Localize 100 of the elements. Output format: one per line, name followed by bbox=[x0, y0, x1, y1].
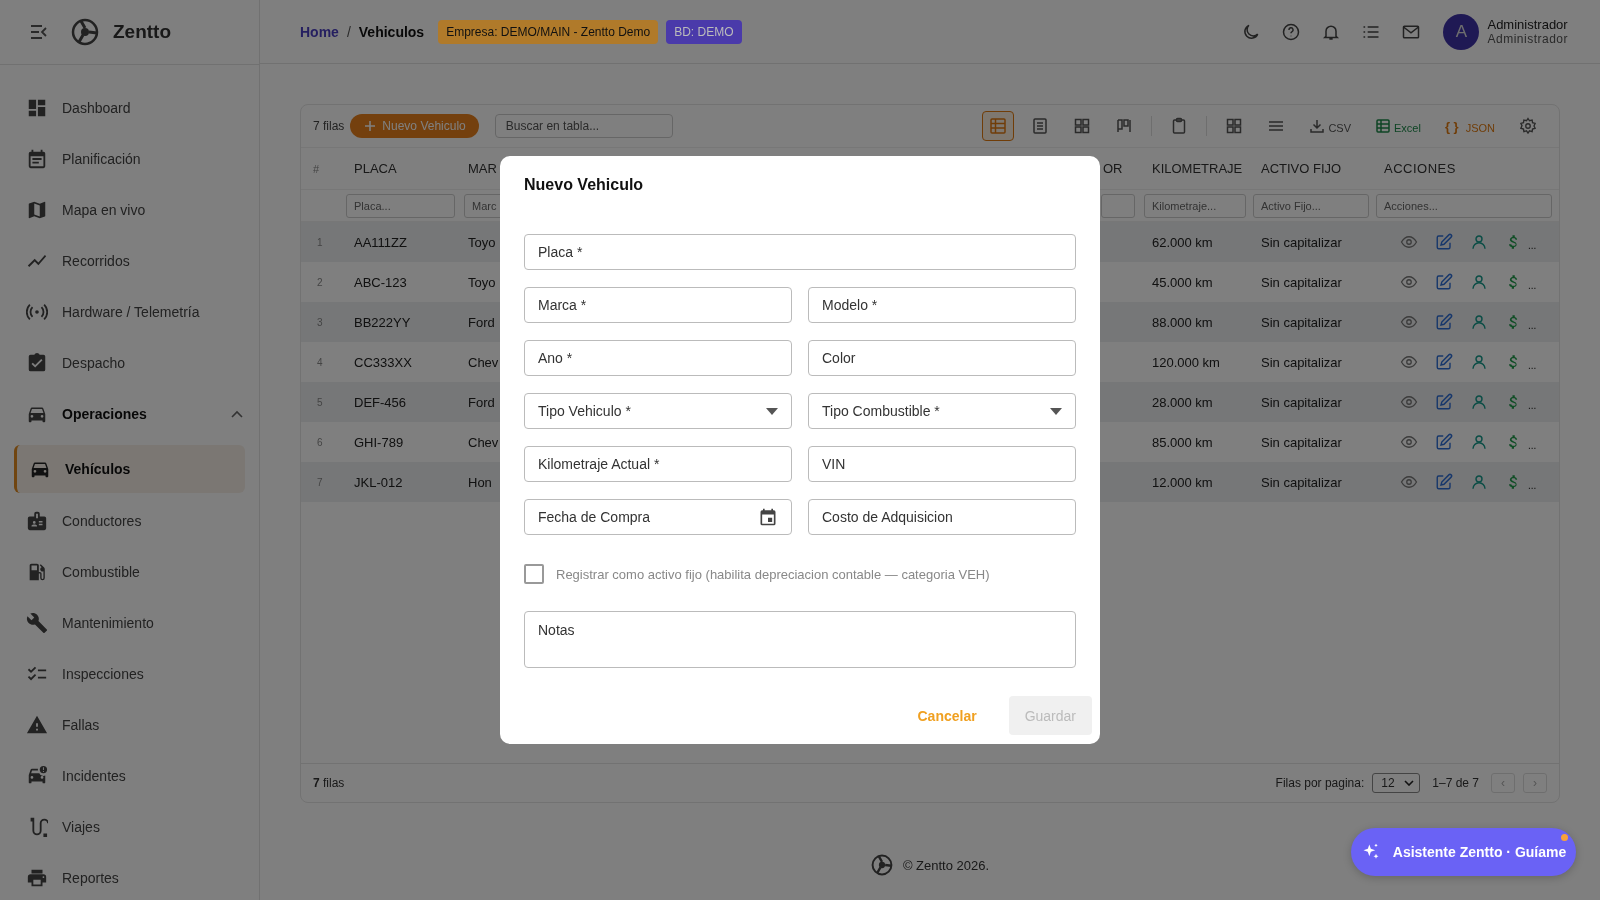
table-cell-text: Toyo bbox=[467, 274, 496, 290]
chevron-icon bbox=[231, 409, 243, 418]
person-icon[interactable] bbox=[1470, 233, 1488, 251]
person-icon[interactable] bbox=[1470, 313, 1488, 331]
table-cell-text: AA111ZZ bbox=[353, 234, 408, 250]
date-field[interactable]: Fecha de Compra bbox=[524, 499, 792, 535]
plus-icon bbox=[364, 120, 377, 132]
sidebar-item[interactable]: Hardware / Telemetría bbox=[0, 286, 259, 337]
notes-field[interactable]: Notas bbox=[524, 611, 1076, 668]
edit-icon[interactable] bbox=[1435, 433, 1453, 451]
sidebar-item[interactable]: Viajes bbox=[0, 801, 259, 852]
logo-icon bbox=[71, 18, 99, 46]
sidebar-item[interactable]: Recorridos bbox=[0, 235, 259, 286]
table-icon[interactable] bbox=[982, 111, 1015, 141]
cancel-button[interactable]: Cancelar bbox=[901, 696, 993, 735]
edit-icon[interactable] bbox=[1435, 313, 1453, 331]
input-field[interactable]: Kilometraje Actual * bbox=[524, 446, 792, 482]
sidebar-item[interactable]: Combustible bbox=[0, 546, 259, 597]
more-actions[interactable]: ... bbox=[1528, 393, 1537, 411]
person-icon[interactable] bbox=[1470, 393, 1488, 411]
column-header[interactable]: ACCIONES bbox=[1376, 161, 1559, 176]
assistant-button[interactable]: Asistente Zentto · Guíame bbox=[1351, 828, 1576, 876]
breadcrumb-link[interactable]: Home bbox=[300, 23, 339, 40]
table-cell-text: CC333XX bbox=[353, 354, 413, 370]
input-field[interactable]: Marca * bbox=[524, 287, 792, 323]
more-actions[interactable]: ... bbox=[1528, 433, 1537, 451]
sidebar-item[interactable]: Inspecciones bbox=[0, 648, 259, 699]
rows-per-page-select[interactable]: 12 bbox=[1372, 773, 1421, 793]
filter-field[interactable]: Acciones... bbox=[1376, 193, 1552, 218]
more-actions[interactable]: ... bbox=[1528, 313, 1537, 331]
new-vehicle-button[interactable]: Nuevo Vehiculo bbox=[350, 114, 479, 138]
edit-icon[interactable] bbox=[1435, 233, 1453, 251]
sidebar-item[interactable]: Operaciones bbox=[0, 388, 259, 439]
view-icon[interactable] bbox=[1400, 313, 1418, 331]
table-cell-text: 12.000 km bbox=[1151, 474, 1214, 490]
sidebar-item[interactable]: Planificación bbox=[0, 133, 259, 184]
user-name: Administrador bbox=[1487, 17, 1568, 32]
table-cell-text: Ford bbox=[467, 314, 495, 330]
edit-icon[interactable] bbox=[1435, 273, 1453, 291]
export-json-button[interactable]: { } JSON bbox=[1434, 118, 1505, 134]
context-badge: Empresa: DEMO/MAIN - Zentto Demo bbox=[438, 19, 659, 44]
edit-icon[interactable] bbox=[1435, 473, 1453, 491]
select-field[interactable]: Tipo Vehiculo * bbox=[524, 393, 792, 429]
spreadsheet-icon bbox=[1375, 118, 1391, 134]
more-actions[interactable]: ... bbox=[1528, 473, 1537, 491]
calendar-icon[interactable] bbox=[758, 507, 778, 527]
search-field[interactable]: Buscar en tabla... bbox=[494, 114, 673, 138]
more-actions[interactable]: ... bbox=[1528, 273, 1537, 291]
sidebar-item[interactable]: Mapa en vivo bbox=[0, 184, 259, 235]
column-header[interactable]: OR bbox=[1101, 161, 1144, 176]
edit-icon[interactable] bbox=[1435, 393, 1453, 411]
view-icon[interactable] bbox=[1400, 273, 1418, 291]
input-field[interactable]: Color bbox=[808, 340, 1076, 376]
export-excel-button[interactable]: Excel bbox=[1365, 118, 1431, 134]
table-cell-text: Hon bbox=[467, 474, 492, 490]
more-actions[interactable]: ... bbox=[1528, 353, 1537, 371]
view-icon[interactable] bbox=[1400, 353, 1418, 371]
column-header[interactable]: PLACA bbox=[346, 161, 462, 176]
view-icon[interactable] bbox=[1400, 433, 1418, 451]
sidebar-item[interactable]: Incidentes bbox=[0, 750, 259, 801]
input-field[interactable]: VIN bbox=[808, 446, 1076, 482]
table-cell-text: 120.000 km bbox=[1151, 354, 1221, 370]
filter-field[interactable]: Activo Fijo... bbox=[1253, 193, 1369, 218]
input-field[interactable]: Ano * bbox=[524, 340, 792, 376]
filter-field[interactable]: Placa... bbox=[346, 193, 455, 218]
sidebar-item[interactable]: Vehículos bbox=[14, 445, 245, 493]
edit-icon[interactable] bbox=[1435, 353, 1453, 371]
column-header[interactable]: # bbox=[301, 162, 346, 175]
select-field[interactable]: Tipo Combustible * bbox=[808, 393, 1076, 429]
table-cell-text: Sin capitalizar bbox=[1260, 354, 1343, 370]
user-avatar[interactable]: A bbox=[1443, 13, 1480, 50]
input-field[interactable]: Modelo * bbox=[808, 287, 1076, 323]
column-header[interactable]: KILOMETRAJE bbox=[1144, 161, 1253, 176]
person-icon[interactable] bbox=[1470, 353, 1488, 371]
sidebar-item[interactable]: Conductores bbox=[0, 495, 259, 546]
input-field[interactable]: Costo de Adquisicion bbox=[808, 499, 1076, 535]
column-header[interactable]: ACTIVO FIJO bbox=[1253, 161, 1376, 176]
view-icon[interactable] bbox=[1400, 473, 1418, 491]
filter-field[interactable]: Kilometraje... bbox=[1144, 193, 1246, 218]
sidebar-item[interactable]: Mantenimiento bbox=[0, 597, 259, 648]
breadcrumb-link[interactable]: Vehiculos bbox=[358, 23, 425, 40]
more-actions[interactable]: ... bbox=[1528, 233, 1537, 251]
table-cell-text: JKL-012 bbox=[353, 474, 404, 490]
input-field[interactable]: Placa * bbox=[524, 234, 1076, 270]
sidebar-item[interactable]: Fallas bbox=[0, 699, 259, 750]
calendar-icon bbox=[26, 147, 48, 170]
sidebar-item[interactable]: Despacho bbox=[0, 337, 259, 388]
table-cell-text: Toyo bbox=[467, 234, 496, 250]
person-icon[interactable] bbox=[1470, 433, 1488, 451]
row-count: 7 filas bbox=[313, 119, 345, 133]
filter-field[interactable] bbox=[1101, 193, 1135, 218]
sidebar-item[interactable]: Dashboard bbox=[0, 82, 259, 133]
wrench-icon bbox=[26, 611, 48, 634]
view-icon[interactable] bbox=[1400, 233, 1418, 251]
checkbox[interactable] bbox=[524, 564, 544, 584]
person-icon[interactable] bbox=[1470, 273, 1488, 291]
sidebar-item[interactable]: Reportes bbox=[0, 852, 259, 900]
view-icon[interactable] bbox=[1400, 393, 1418, 411]
person-icon[interactable] bbox=[1470, 473, 1488, 491]
export-csv-button[interactable]: CSV bbox=[1299, 118, 1361, 134]
